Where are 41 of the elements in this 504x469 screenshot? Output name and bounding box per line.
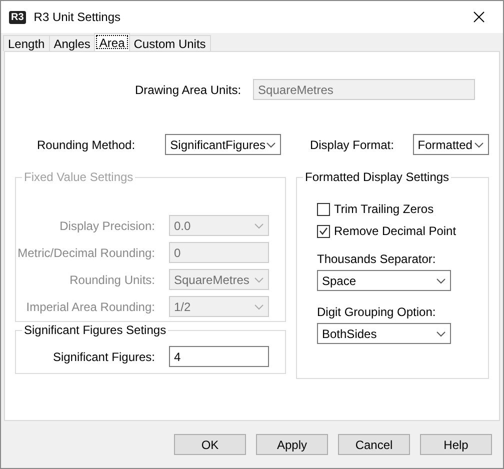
field-label: Drawing Area Units: [135, 82, 242, 96]
checkbox-label: Trim Trailing Zeros [334, 202, 434, 216]
app-logo: R3 [9, 10, 26, 24]
checkbox-label: Remove Decimal Point [334, 224, 456, 238]
field-label: Imperial Area Rounding: [26, 300, 155, 314]
chevron-down-icon [254, 304, 264, 310]
chevron-down-icon [254, 276, 264, 282]
dialog-button[interactable]: Cancel [338, 434, 410, 455]
chevron-down-icon [254, 222, 264, 228]
tab[interactable]: Angles [48, 35, 96, 51]
dialog-button[interactable]: OK [174, 434, 246, 455]
tab[interactable]: Custom Units [128, 35, 211, 51]
window-title: R3 Unit Settings [34, 10, 122, 24]
field-label: Display Precision: [60, 218, 155, 232]
dropdown[interactable]: SignificantFigures [165, 134, 281, 155]
dropdown[interactable]: BothSides [317, 323, 451, 344]
field-label: Significant Figures: [52, 350, 155, 364]
field-label: Digit Grouping Option: [317, 305, 437, 319]
field-label: Thousands Separator: [317, 252, 437, 266]
chevron-down-icon [436, 278, 446, 284]
dialog-button[interactable]: Apply [256, 434, 328, 455]
dropdown[interactable]: Formatted [412, 134, 490, 155]
group-title: Fixed Value Settings [22, 170, 136, 184]
chevron-down-icon [266, 142, 276, 148]
chevron-down-icon [436, 330, 446, 336]
tab[interactable]: Area [94, 33, 130, 51]
close-icon[interactable] [473, 11, 485, 23]
dialog-button[interactable]: Help [420, 434, 492, 455]
checkmark-icon [319, 227, 328, 235]
group-title: Significant Figures Setings [22, 323, 168, 337]
field-label: Rounding Method: [37, 138, 136, 152]
field-label: Rounding Units: [70, 272, 155, 286]
field-label: Display Format: [310, 138, 394, 152]
checkbox[interactable] [317, 202, 330, 216]
checkbox[interactable] [317, 224, 330, 238]
dropdown[interactable]: Space [317, 270, 451, 291]
tab[interactable]: Length [3, 35, 50, 51]
chevron-down-icon [474, 142, 484, 148]
field-label: Metric/Decimal Rounding: [18, 246, 155, 260]
group-title: Formatted Display Settings [303, 170, 452, 184]
input-field[interactable]: 4 [169, 346, 269, 367]
